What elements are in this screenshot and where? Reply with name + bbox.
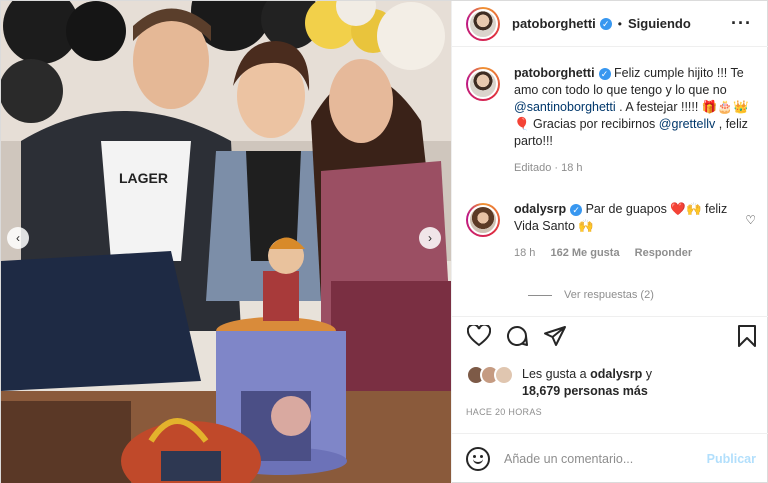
verified-badge-icon: ✓: [598, 67, 611, 80]
share-icon[interactable]: [542, 323, 568, 349]
post-header: patoborghetti ✓ • Siguiendo ···: [452, 1, 768, 47]
caption-time[interactable]: 18 h: [561, 162, 582, 174]
emoji-icon[interactable]: [466, 447, 490, 471]
comment-meta: 18 h 162 Me gusta Responder: [514, 245, 749, 262]
comment-username[interactable]: odalysrp: [514, 202, 566, 216]
caption-meta: Editado · 18 h: [514, 162, 583, 174]
comment-item: odalysrp ✓ Par de guapos ❤️🙌 feliz Vida S…: [466, 201, 756, 262]
liker-avatars[interactable]: [466, 365, 518, 385]
comment-input[interactable]: [504, 452, 694, 466]
caption-body: patoborghetti ✓ Feliz cumple hijito !!! T…: [514, 65, 749, 177]
heart-icon[interactable]: [466, 323, 492, 349]
edited-label: Editado: [514, 162, 552, 174]
comment-time[interactable]: 18 h: [514, 247, 535, 259]
comment-body: odalysrp ✓ Par de guapos ❤️🙌 feliz Vida S…: [514, 201, 749, 262]
likes-summary: Les gusta a odalysrp y 18,679 personas m…: [466, 365, 652, 400]
comment-composer: Publicar: [452, 433, 768, 483]
separator-dot: •: [617, 16, 622, 31]
publish-button[interactable]: Publicar: [707, 452, 756, 466]
more-options-icon[interactable]: ···: [731, 13, 752, 34]
avatar: [494, 365, 514, 385]
verified-badge-icon: ✓: [570, 203, 583, 216]
comment-like-icon[interactable]: ♡: [745, 213, 756, 227]
caption-username[interactable]: patoborghetti: [514, 66, 595, 80]
chevron-left-icon: ‹: [16, 231, 20, 245]
chevron-right-icon: ›: [428, 231, 432, 245]
next-photo-button[interactable]: ›: [419, 227, 441, 249]
replies-line: [528, 294, 552, 296]
likes-text[interactable]: Les gusta a odalysrp y 18,679 personas m…: [522, 366, 652, 400]
caption: patoborghetti ✓ Feliz cumple hijito !!! T…: [466, 65, 756, 177]
comment-icon[interactable]: [504, 323, 530, 349]
view-replies-label: Ver respuestas (2): [564, 289, 654, 301]
author-avatar[interactable]: [466, 6, 500, 41]
bookmark-icon[interactable]: [734, 323, 760, 349]
likes-count[interactable]: 18,679 personas más: [522, 384, 648, 398]
caption-avatar[interactable]: [466, 67, 500, 101]
author-username[interactable]: patoborghetti: [512, 16, 596, 31]
shirt-text: LAGER: [119, 170, 168, 186]
instagram-post: LAGER ‹ › patoborghetti ✓ • Siguiendo ··…: [0, 0, 768, 483]
following-button[interactable]: Siguiendo: [628, 16, 691, 31]
previous-photo-button[interactable]: ‹: [7, 227, 29, 249]
commenter-avatar[interactable]: [466, 203, 500, 237]
post-side-panel: patoborghetti ✓ • Siguiendo ··· patoborg…: [451, 1, 768, 483]
likes-connector: y: [645, 367, 652, 381]
comments-section: patoborghetti ✓ Feliz cumple hijito !!! T…: [452, 47, 768, 317]
comment-likes[interactable]: 162 Me gusta: [550, 247, 619, 259]
mention-link[interactable]: @santinoborghetti: [514, 100, 616, 114]
view-replies-button[interactable]: Ver respuestas (2): [528, 289, 654, 301]
verified-badge-icon: ✓: [599, 17, 612, 30]
post-timestamp[interactable]: HACE 20 HORAS: [466, 407, 542, 417]
liker-username[interactable]: odalysrp: [590, 367, 642, 381]
likes-prefix: Les gusta a: [522, 367, 587, 381]
post-photo[interactable]: LAGER ‹ ›: [1, 1, 451, 483]
action-bar: [466, 323, 762, 351]
photo-illustration: LAGER: [1, 1, 451, 483]
mention-link[interactable]: @grettellv: [659, 117, 715, 131]
reply-button[interactable]: Responder: [635, 247, 692, 259]
